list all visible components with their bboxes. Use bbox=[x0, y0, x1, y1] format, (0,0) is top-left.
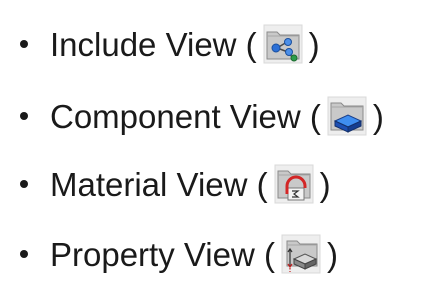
item-close: ) bbox=[372, 97, 384, 135]
include-view-icon bbox=[263, 24, 303, 64]
item-close: ) bbox=[326, 235, 338, 273]
property-view-icon bbox=[281, 234, 321, 274]
list-item-property-view: Property View ( ) bbox=[20, 226, 338, 282]
item-label: Include View ( bbox=[50, 25, 257, 63]
item-close: ) bbox=[319, 165, 331, 203]
view-type-list: Include View ( ) Component View () Mate… bbox=[0, 0, 435, 292]
component-view-icon bbox=[327, 96, 367, 136]
bullet bbox=[20, 40, 28, 48]
item-label: Component View ( bbox=[50, 97, 321, 135]
bullet bbox=[20, 250, 28, 258]
item-label: Material View ( bbox=[50, 165, 268, 203]
item-close: ) bbox=[308, 25, 320, 63]
list-item-include-view: Include View ( ) bbox=[20, 16, 320, 72]
bullet bbox=[20, 180, 28, 188]
bullet bbox=[20, 112, 28, 120]
item-label: Property View ( bbox=[50, 235, 275, 273]
list-item-component-view: Component View ( ) bbox=[20, 88, 384, 144]
list-item-material-view: Material View ( ) bbox=[20, 156, 331, 212]
material-view-icon bbox=[274, 164, 314, 204]
